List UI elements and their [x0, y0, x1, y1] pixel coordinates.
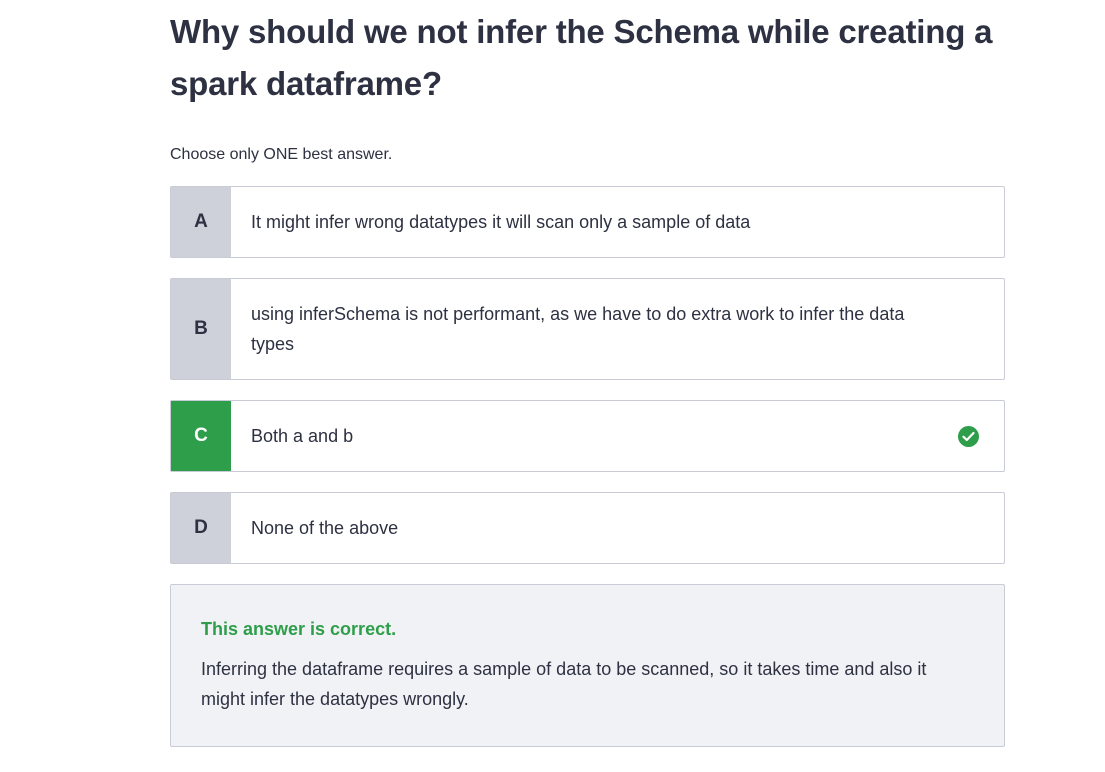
question-container: Why should we not infer the Schema while…: [170, 0, 1005, 747]
option-letter: D: [171, 493, 231, 563]
option-letter: B: [171, 279, 231, 379]
feedback-title: This answer is correct.: [201, 619, 397, 639]
option-text: It might infer wrong datatypes it will s…: [251, 212, 751, 232]
check-circle-icon: [957, 425, 979, 447]
option-b[interactable]: B using inferSchema is not performant, a…: [170, 278, 1005, 380]
option-check: [932, 401, 1004, 471]
option-c[interactable]: C Both a and b: [170, 400, 1005, 472]
question-title: Why should we not infer the Schema while…: [170, 13, 993, 102]
option-letter: C: [171, 401, 231, 471]
option-text: Both a and b: [251, 426, 354, 446]
feedback-panel: This answer is correct. Inferring the da…: [170, 584, 1005, 747]
option-a[interactable]: A It might infer wrong datatypes it will…: [170, 186, 1005, 258]
option-text: using inferSchema is not performant, as …: [251, 304, 905, 354]
feedback-body: Inferring the dataframe requires a sampl…: [201, 659, 927, 709]
option-letter: A: [171, 187, 231, 257]
answer-options: A It might infer wrong datatypes it will…: [170, 186, 1005, 564]
option-d[interactable]: D None of the above: [170, 492, 1005, 564]
option-text: None of the above: [251, 518, 399, 538]
question-instruction: Choose only ONE best answer.: [170, 146, 393, 163]
